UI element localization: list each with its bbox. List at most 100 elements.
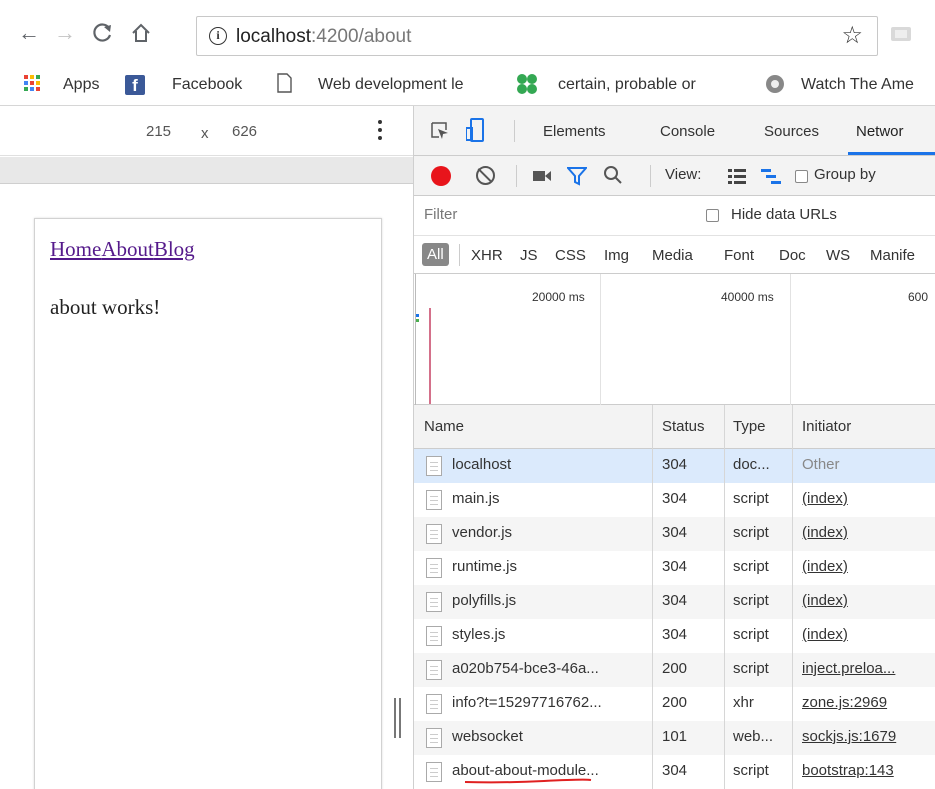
view-label: View: xyxy=(665,166,702,183)
type-media[interactable]: Media xyxy=(652,247,693,264)
devtools-tab-bar: Elements Console Sources Networ xyxy=(414,106,935,156)
cell-initiator[interactable]: bootstrap:143 xyxy=(802,762,932,779)
cell-initiator[interactable]: sockjs.js:1679 xyxy=(802,728,932,745)
large-rows-icon[interactable] xyxy=(728,168,746,184)
table-row[interactable]: localhost 304 doc... Other xyxy=(414,449,935,483)
type-doc[interactable]: Doc xyxy=(779,247,806,264)
table-row[interactable]: websocket 101 web... sockjs.js:1679 xyxy=(414,721,935,755)
group-by-label: Group by xyxy=(814,166,876,183)
bookmark-web-development[interactable]: Web development le xyxy=(318,76,498,94)
cell-initiator[interactable]: inject.preloa... xyxy=(802,660,932,677)
site-info-icon[interactable]: i xyxy=(209,27,227,45)
cell-status: 304 xyxy=(662,490,688,507)
type-js[interactable]: JS xyxy=(520,247,538,264)
table-row[interactable]: styles.js 304 script (index) xyxy=(414,619,935,653)
group-by-checkbox[interactable] xyxy=(795,170,808,183)
table-row[interactable]: a020b754-bce3-46a... 200 script inject.prel… xyxy=(414,653,935,687)
hide-data-urls-checkbox[interactable] xyxy=(706,209,719,222)
cell-initiator[interactable]: (index) xyxy=(802,524,932,541)
cell-name: a020b754-bce3-46a... xyxy=(452,660,599,677)
address-bar[interactable]: i localhost:4200/about ☆ xyxy=(196,16,878,56)
header-status[interactable]: Status xyxy=(662,418,705,435)
type-manifest[interactable]: Manife xyxy=(870,247,935,264)
tab-network[interactable]: Networ xyxy=(856,123,904,140)
cell-type: script xyxy=(733,558,769,575)
file-icon xyxy=(426,728,442,748)
type-xhr[interactable]: XHR xyxy=(471,247,503,264)
type-ws[interactable]: WS xyxy=(826,247,850,264)
film-reel-icon[interactable] xyxy=(766,75,784,93)
bookmark-star-icon[interactable]: ☆ xyxy=(841,23,863,49)
bookmark-watch[interactable]: Watch The Ame xyxy=(801,76,935,94)
timeline-overview[interactable]: 20000 ms 40000 ms 600 xyxy=(414,274,935,405)
cell-initiator: Other xyxy=(802,456,840,473)
device-height-input[interactable]: 626 xyxy=(232,123,257,140)
home-svg xyxy=(132,23,150,42)
filter-input[interactable]: Filter xyxy=(424,206,457,223)
table-row[interactable]: polyfills.js 304 script (index) xyxy=(414,585,935,619)
file-icon xyxy=(426,592,442,612)
tab-sources[interactable]: Sources xyxy=(764,123,819,140)
cell-status: 304 xyxy=(662,592,688,609)
tab-elements[interactable]: Elements xyxy=(543,123,606,140)
type-css[interactable]: CSS xyxy=(555,247,586,264)
resize-handle[interactable] xyxy=(394,698,404,738)
clover-icon[interactable] xyxy=(516,73,538,95)
table-row[interactable]: info?t=15297716762... 200 xhr zone.js:2969 xyxy=(414,687,935,721)
inspect-element-icon[interactable] xyxy=(431,122,449,140)
bookmark-apps[interactable]: Apps xyxy=(63,76,99,94)
cell-name: info?t=15297716762... xyxy=(452,694,602,711)
type-all[interactable]: All xyxy=(422,243,449,266)
url-path: :4200/about xyxy=(311,26,412,47)
bookmark-certain-probable[interactable]: certain, probable or xyxy=(558,76,743,94)
bookmarks-bar: Apps f Facebook Web development le certa… xyxy=(0,64,935,106)
device-ruler-strip xyxy=(0,157,413,184)
type-font[interactable]: Font xyxy=(724,247,754,264)
table-row[interactable]: vendor.js 304 script (index) xyxy=(414,517,935,551)
table-row[interactable]: runtime.js 304 script (index) xyxy=(414,551,935,585)
timeline-grid-line xyxy=(600,274,601,405)
tab-console[interactable]: Console xyxy=(660,123,715,140)
cell-initiator[interactable]: (index) xyxy=(802,592,932,609)
cell-initiator[interactable]: zone.js:2969 xyxy=(802,694,932,711)
forward-arrow-icon[interactable]: → xyxy=(54,22,76,44)
cell-initiator[interactable]: (index) xyxy=(802,558,932,575)
timeline-label-20000: 20000 ms xyxy=(532,290,585,304)
url-text[interactable]: localhost:4200/about xyxy=(236,26,411,48)
more-options-icon[interactable] xyxy=(377,119,383,141)
clear-icon[interactable] xyxy=(476,166,495,185)
nav-link-about[interactable]: About xyxy=(101,237,154,261)
search-icon[interactable] xyxy=(603,165,623,185)
type-img[interactable]: Img xyxy=(604,247,629,264)
document-icon[interactable] xyxy=(277,73,292,93)
home-icon[interactable] xyxy=(130,22,152,48)
file-icon xyxy=(426,558,442,578)
header-initiator[interactable]: Initiator xyxy=(802,418,851,435)
header-type[interactable]: Type xyxy=(733,418,766,435)
filter-funnel-icon[interactable] xyxy=(567,166,587,186)
apps-grid-icon[interactable] xyxy=(24,75,41,92)
hide-data-urls-label: Hide data URLs xyxy=(731,206,837,223)
extension-icon[interactable] xyxy=(890,24,912,42)
table-row[interactable]: main.js 304 script (index) xyxy=(414,483,935,517)
file-icon xyxy=(426,456,442,476)
page-body-text: about works! xyxy=(50,295,161,319)
table-header: Name Status Type Initiator xyxy=(414,405,935,449)
nav-link-home[interactable]: Home xyxy=(50,237,101,261)
bookmark-facebook[interactable]: Facebook xyxy=(172,76,242,94)
device-width-input[interactable]: 215 xyxy=(146,123,171,140)
camera-icon[interactable] xyxy=(532,169,552,183)
waterfall-icon[interactable] xyxy=(761,168,781,184)
record-icon[interactable] xyxy=(431,166,451,186)
cell-status: 200 xyxy=(662,660,688,677)
nav-link-blog[interactable]: Blog xyxy=(154,237,195,261)
facebook-icon[interactable]: f xyxy=(125,75,145,95)
device-toggle-icon[interactable] xyxy=(466,118,484,142)
header-name[interactable]: Name xyxy=(424,418,464,435)
cell-initiator[interactable]: (index) xyxy=(802,490,932,507)
resource-type-filters: All XHR JS CSS Img Media Font Doc WS Man… xyxy=(414,236,935,274)
tab-separator xyxy=(514,120,515,142)
cell-initiator[interactable]: (index) xyxy=(802,626,932,643)
reload-icon[interactable] xyxy=(91,22,113,48)
back-arrow-icon[interactable]: ← xyxy=(18,22,40,44)
